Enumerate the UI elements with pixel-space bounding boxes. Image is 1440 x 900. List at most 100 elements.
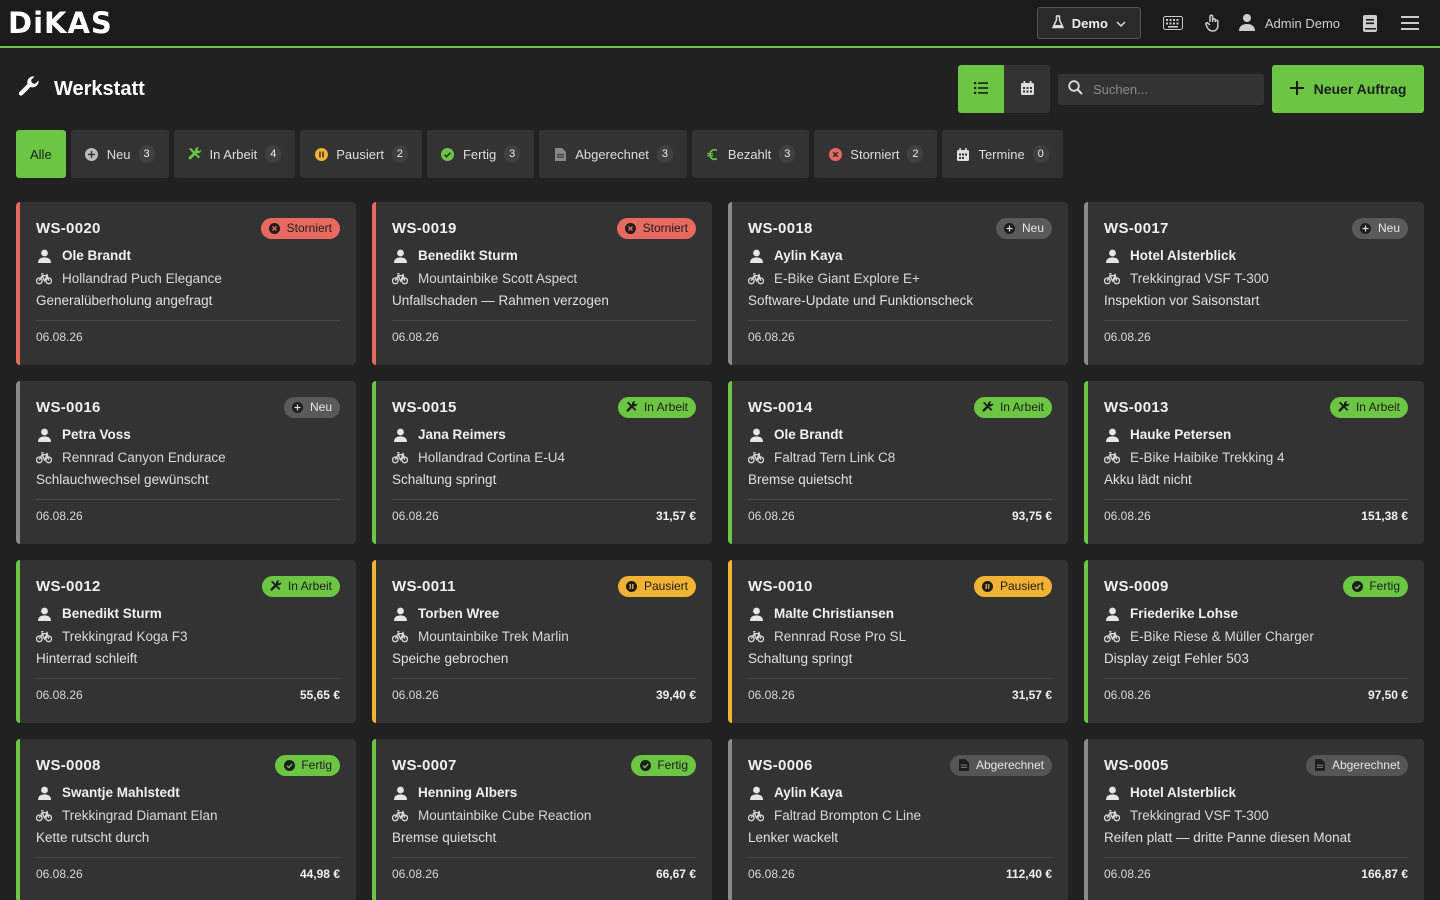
document-icon — [553, 147, 567, 161]
order-card[interactable]: WS-0009 Fertig Friederike Lohse E-Bike Ries… — [1084, 560, 1424, 723]
hamburger-menu-icon[interactable] — [1390, 7, 1430, 39]
card-header: WS-0019 Storniert — [392, 216, 696, 240]
order-card[interactable]: WS-0013 In Arbeit Hauke Petersen E-Bike Hai… — [1084, 381, 1424, 544]
card-footer: 06.08.26 44,98 € — [36, 867, 340, 881]
status-badge-label: Abgerechnet — [1331, 758, 1400, 772]
check-circle-icon — [639, 759, 651, 771]
order-card[interactable]: WS-0014 In Arbeit Ole Brandt Faltrad Tern L… — [728, 381, 1068, 544]
check-circle-icon — [283, 759, 295, 771]
card-divider — [36, 857, 340, 858]
order-description: Bremse quietscht — [748, 472, 853, 487]
card-divider — [392, 857, 696, 858]
order-price: 39,40 € — [655, 688, 696, 702]
status-badge-label: Pausiert — [999, 579, 1044, 593]
bike-row: Trekkingrad VSF T-300 — [1104, 269, 1408, 288]
filter-tab-alle[interactable]: Alle — [16, 130, 66, 178]
order-card[interactable]: WS-0017 Neu Hotel Alsterblick Trekkingrad V… — [1084, 202, 1424, 365]
filter-tab-bezahlt[interactable]: Bezahlt 3 — [691, 130, 810, 178]
bike-row: Mountainbike Cube Reaction — [392, 806, 696, 825]
filter-tab-neu[interactable]: Neu 3 — [70, 130, 169, 178]
order-id: WS-0012 — [36, 577, 101, 595]
bike-model: E-Bike Giant Explore E+ — [774, 271, 920, 286]
order-card[interactable]: WS-0018 Neu Aylin Kaya E-Bike Giant Explore… — [728, 202, 1068, 365]
order-card[interactable]: WS-0011 Pausiert Torben Wree Mountainbike T… — [372, 560, 712, 723]
status-badge: Fertig — [1343, 575, 1408, 597]
calendar-icon — [956, 147, 970, 161]
order-description: Speiche gebrochen — [392, 651, 509, 666]
user-icon — [748, 248, 764, 264]
filter-tab-termine[interactable]: Termine 0 — [942, 130, 1063, 178]
order-card[interactable]: WS-0007 Fertig Henning Albers Mountainbike … — [372, 739, 712, 900]
user-menu[interactable]: Admin Demo — [1233, 13, 1350, 34]
customer-name: Ole Brandt — [62, 248, 132, 263]
order-card[interactable]: WS-0005 Abgerechnet Hotel Alsterblick Trekk… — [1084, 739, 1424, 900]
bike-row: Trekkingrad Diamant Elan — [36, 806, 340, 825]
order-description: Display zeigt Fehler 503 — [1104, 651, 1249, 666]
calendar-view-button[interactable] — [1004, 65, 1050, 113]
bike-row: E-Bike Haibike Trekking 4 — [1104, 448, 1408, 467]
search-input[interactable] — [1093, 81, 1243, 97]
keyboard-icon[interactable] — [1153, 7, 1193, 39]
card-footer: 06.08.26 39,40 € — [392, 688, 696, 702]
filter-tab-storniert[interactable]: Storniert 2 — [814, 130, 938, 178]
bicycle-icon — [1104, 808, 1120, 824]
card-header: WS-0018 Neu — [748, 216, 1052, 240]
order-card[interactable]: WS-0016 Neu Petra Voss Rennrad Canyon Endur… — [16, 381, 356, 544]
customer-name: Hotel Alsterblick — [1130, 785, 1237, 800]
bicycle-icon — [392, 450, 408, 466]
customer-name: Benedikt Sturm — [418, 248, 518, 263]
order-card[interactable]: WS-0008 Fertig Swantje Mahlstedt Trekkingra… — [16, 739, 356, 900]
filter-tab-label: Abgerechnet — [575, 146, 649, 162]
order-card[interactable]: WS-0012 In Arbeit Benedikt Sturm Trekkingra… — [16, 560, 356, 723]
order-date: 06.08.26 — [392, 330, 439, 344]
status-badge-label: Storniert — [286, 221, 332, 235]
order-id: WS-0015 — [392, 398, 457, 416]
card-footer: 06.08.26 112,40 € — [748, 867, 1052, 881]
customer-name: Jana Reimers — [418, 427, 506, 442]
bike-row: Mountainbike Trek Marlin — [392, 627, 696, 646]
order-id: WS-0011 — [392, 577, 456, 595]
card-header: WS-0016 Neu — [36, 395, 340, 419]
demo-select[interactable]: Demo — [1036, 7, 1141, 39]
customer-row: Jana Reimers — [392, 425, 696, 444]
filter-tab-abgerechnet[interactable]: Abgerechnet 3 — [539, 130, 687, 178]
bike-row: Mountainbike Scott Aspect — [392, 269, 696, 288]
notebook-icon[interactable] — [1350, 7, 1390, 39]
order-card[interactable]: WS-0019 Storniert Benedikt Sturm Mountainbi… — [372, 202, 712, 365]
filter-tab-fertig[interactable]: Fertig 3 — [426, 130, 535, 178]
plus-icon — [1289, 80, 1304, 98]
search-box — [1058, 73, 1264, 105]
filter-tab-count: 3 — [504, 145, 521, 163]
order-card[interactable]: WS-0020 Storniert Ole Brandt Hollandrad Puc… — [16, 202, 356, 365]
status-badge: Fertig — [275, 754, 340, 776]
status-badge-label: Abgerechnet — [975, 758, 1044, 772]
filter-tab-label: Bezahlt — [727, 146, 772, 162]
bike-model: Mountainbike Scott Aspect — [418, 271, 578, 286]
filter-tab-label: Fertig — [462, 146, 497, 162]
filter-tab-pausiert[interactable]: Pausiert 2 — [300, 130, 422, 178]
bicycle-icon — [392, 271, 408, 287]
app-logo[interactable]: DiKAS — [8, 6, 113, 40]
filter-tab-label: Alle — [30, 146, 52, 162]
order-price: 31,57 € — [1011, 688, 1052, 702]
card-footer: 06.08.26 — [36, 509, 340, 523]
bike-row: Trekkingrad VSF T-300 — [1104, 806, 1408, 825]
order-card[interactable]: WS-0006 Abgerechnet Aylin Kaya Faltrad Brom… — [728, 739, 1068, 900]
card-footer: 06.08.26 — [36, 330, 340, 344]
order-price: 31,57 € — [655, 509, 696, 523]
order-card[interactable]: WS-0010 Pausiert Malte Christiansen Rennrad… — [728, 560, 1068, 723]
status-badge: Pausiert — [973, 575, 1052, 597]
order-card[interactable]: WS-0015 In Arbeit Jana Reimers Hollandrad C… — [372, 381, 712, 544]
order-description: Software-Update und Funktionscheck — [748, 293, 974, 308]
wrench-icon — [18, 75, 40, 103]
new-order-button[interactable]: Neuer Auftrag — [1272, 65, 1424, 113]
status-badge-label: Fertig — [1369, 579, 1400, 593]
bike-row: Faltrad Brompton C Line — [748, 806, 1052, 825]
filter-tab-in-arbeit[interactable]: In Arbeit 4 — [173, 130, 296, 178]
list-view-button[interactable] — [958, 65, 1004, 113]
bicycle-icon — [1104, 271, 1120, 287]
status-badge: In Arbeit — [261, 575, 340, 597]
bike-model: Hollandrad Puch Elegance — [62, 271, 222, 286]
touch-icon[interactable] — [1193, 7, 1233, 39]
customer-name: Henning Albers — [418, 785, 518, 800]
